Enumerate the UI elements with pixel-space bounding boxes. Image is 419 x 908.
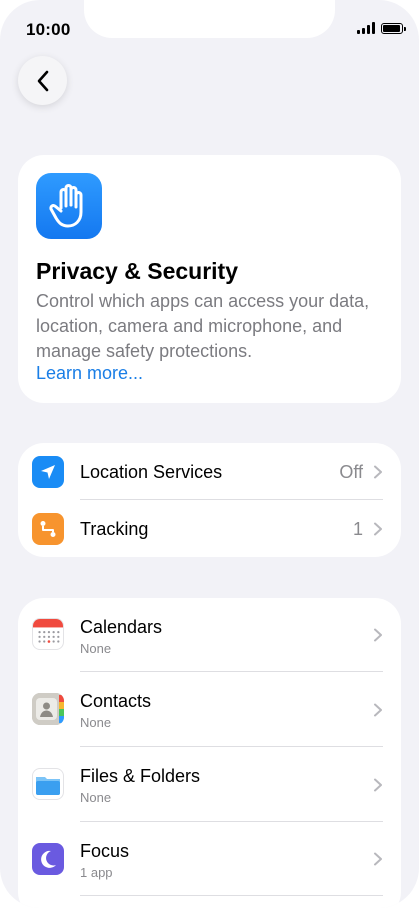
tracking-row[interactable]: Tracking 1	[18, 500, 401, 557]
privacy-header-card: Privacy & Security Control which apps ca…	[18, 155, 401, 403]
divider	[80, 895, 383, 896]
battery-icon	[381, 22, 406, 34]
raised-hand-icon	[36, 173, 102, 239]
status-time: 10:00	[26, 20, 71, 39]
tracking-settings-group: Location Services Off Tracking 1	[18, 443, 401, 557]
row-label: Calendars	[80, 617, 163, 637]
contacts-icon	[32, 693, 64, 725]
row-label: Focus	[80, 841, 130, 861]
app-permissions-group: Calendars None Contacts None Files & Fol…	[18, 598, 401, 908]
chevron-right-icon	[374, 852, 382, 866]
calendar-icon	[32, 618, 64, 650]
row-subtitle: None	[80, 790, 112, 805]
back-button[interactable]	[18, 56, 67, 105]
row-subtitle: None	[80, 715, 112, 730]
chevron-right-icon	[374, 522, 382, 536]
phone-screen: 10:00 Privacy & Security Control which a…	[0, 0, 419, 908]
contacts-row[interactable]: Contacts None	[18, 672, 401, 747]
chevron-right-icon	[374, 703, 382, 717]
focus-row[interactable]: Focus 1 app	[18, 822, 401, 896]
chevron-right-icon	[374, 628, 382, 642]
location-services-row[interactable]: Location Services Off	[18, 443, 401, 500]
row-label: Files & Folders	[80, 766, 201, 786]
row-value: Off	[339, 462, 363, 482]
folder-icon	[32, 768, 64, 800]
row-subtitle: 1 app	[80, 865, 113, 880]
learn-more-link[interactable]: Learn more...	[36, 363, 143, 384]
row-value: 1	[352, 519, 363, 539]
row-label: Contacts	[80, 691, 152, 711]
signal-icon	[357, 22, 375, 34]
chevron-left-icon	[37, 70, 48, 91]
files-folders-row[interactable]: Files & Folders None	[18, 747, 401, 822]
row-subtitle: None	[80, 641, 112, 656]
location-arrow-icon	[32, 456, 64, 488]
page-title: Privacy & Security	[36, 258, 239, 284]
row-label: Tracking	[80, 519, 149, 539]
chevron-right-icon	[374, 465, 382, 479]
row-label: Location Services	[80, 462, 223, 482]
moon-icon	[32, 843, 64, 875]
chevron-right-icon	[374, 778, 382, 792]
page-description: Control which apps can access your data,…	[36, 291, 370, 361]
calendars-row[interactable]: Calendars None	[18, 598, 401, 672]
tracking-icon	[32, 513, 64, 545]
notch	[84, 0, 335, 38]
status-icons	[357, 22, 406, 34]
